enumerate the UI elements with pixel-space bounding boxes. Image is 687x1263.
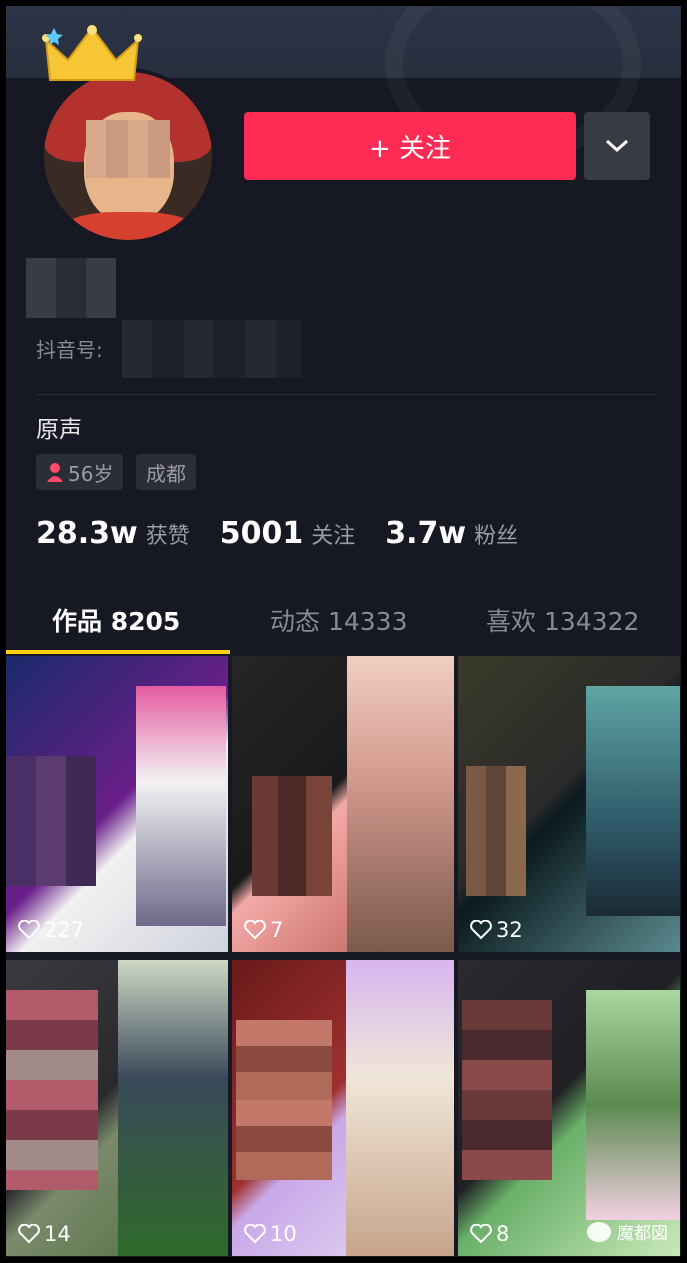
- thumbnail-image: [136, 686, 226, 926]
- video-grid: 227 7 32 14 10 8 魔都図: [6, 656, 681, 1257]
- like-count-value: 14: [44, 1222, 71, 1246]
- avatar-mosaic: [86, 120, 170, 178]
- thumbnail-image: [118, 960, 228, 1256]
- like-count-value: 8: [496, 1222, 510, 1246]
- like-count-value: 32: [496, 918, 523, 942]
- city-tag: 成都: [136, 454, 196, 490]
- like-count: 7: [244, 918, 283, 942]
- chevron-down-icon: [605, 139, 629, 153]
- bio-text: 原声: [36, 417, 82, 443]
- video-thumbnail[interactable]: 14: [6, 960, 228, 1256]
- likes-label[interactable]: 获赞: [146, 518, 190, 550]
- wechat-icon: [587, 1221, 611, 1242]
- followers-count[interactable]: 3.7w: [385, 516, 466, 551]
- thumbnail-mosaic: [6, 756, 96, 886]
- thumbnail-mosaic: [462, 1000, 552, 1180]
- city-label: 成都: [146, 461, 186, 486]
- content-tabs: 作品 8205 动态 14333 喜欢 134322: [6, 586, 681, 652]
- crown-icon: [42, 25, 142, 81]
- watermark-text: 魔都図: [617, 1224, 668, 1244]
- like-count: 32: [470, 918, 523, 942]
- thumbnail-mosaic: [236, 1020, 332, 1180]
- username-mosaic: [26, 258, 116, 318]
- like-count: 227: [18, 918, 84, 942]
- douyin-id-label: 抖音号:: [36, 338, 103, 362]
- video-thumbnail[interactable]: 227: [6, 656, 228, 952]
- heart-icon: [18, 920, 40, 940]
- like-count-value: 227: [44, 918, 85, 942]
- heart-icon: [470, 1224, 492, 1244]
- tab-works[interactable]: 作品 8205: [52, 602, 180, 638]
- thumbnail-image: [346, 960, 454, 1256]
- thumbnail-image: [586, 990, 680, 1220]
- like-count: 10: [244, 1222, 297, 1246]
- thumbnail-mosaic: [252, 776, 332, 896]
- stats-row: 28.3w 获赞 5001 关注 3.7w 粉丝: [36, 516, 548, 551]
- douyin-id-mosaic: [122, 320, 302, 378]
- followers-label[interactable]: 粉丝: [474, 518, 518, 550]
- tab-activity[interactable]: 动态 14333: [270, 602, 407, 638]
- age-label: 56岁: [68, 461, 114, 486]
- video-thumbnail[interactable]: 7: [232, 656, 454, 952]
- age-tag: 56岁: [36, 454, 124, 490]
- like-count-value: 7: [270, 918, 284, 942]
- like-count: 14: [18, 1222, 71, 1246]
- thumbnail-mosaic: [466, 766, 526, 896]
- video-thumbnail[interactable]: 32: [458, 656, 680, 952]
- heart-icon: [470, 920, 492, 940]
- thumbnail-mosaic: [6, 990, 98, 1190]
- thumbnail-image: [347, 656, 454, 952]
- video-thumbnail[interactable]: 10: [232, 960, 454, 1256]
- heart-icon: [244, 1224, 266, 1244]
- tab-likes[interactable]: 喜欢 134322: [486, 602, 639, 638]
- watermark: 魔都図: [587, 1219, 668, 1244]
- following-label[interactable]: 关注: [311, 518, 355, 550]
- like-count: 8: [470, 1222, 509, 1246]
- video-thumbnail[interactable]: 8 魔都図: [458, 960, 680, 1256]
- thumbnail-image: [586, 686, 680, 916]
- avatar[interactable]: [40, 68, 216, 244]
- like-count-value: 10: [270, 1222, 297, 1246]
- likes-count[interactable]: 28.3w: [36, 516, 138, 551]
- avatar-shirt: [64, 212, 194, 240]
- female-user-icon: [47, 463, 63, 482]
- heart-icon: [18, 1224, 40, 1244]
- profile-screen: + 关注 抖音号: 原声 56岁 成都 28.3w 获赞 5001 关注 3.7…: [6, 6, 681, 1257]
- heart-icon: [244, 920, 266, 940]
- divider: [36, 394, 656, 395]
- more-options-button[interactable]: [584, 112, 650, 180]
- active-tab-indicator: [6, 650, 230, 654]
- follow-button[interactable]: + 关注: [244, 112, 576, 180]
- following-count[interactable]: 5001: [220, 516, 304, 551]
